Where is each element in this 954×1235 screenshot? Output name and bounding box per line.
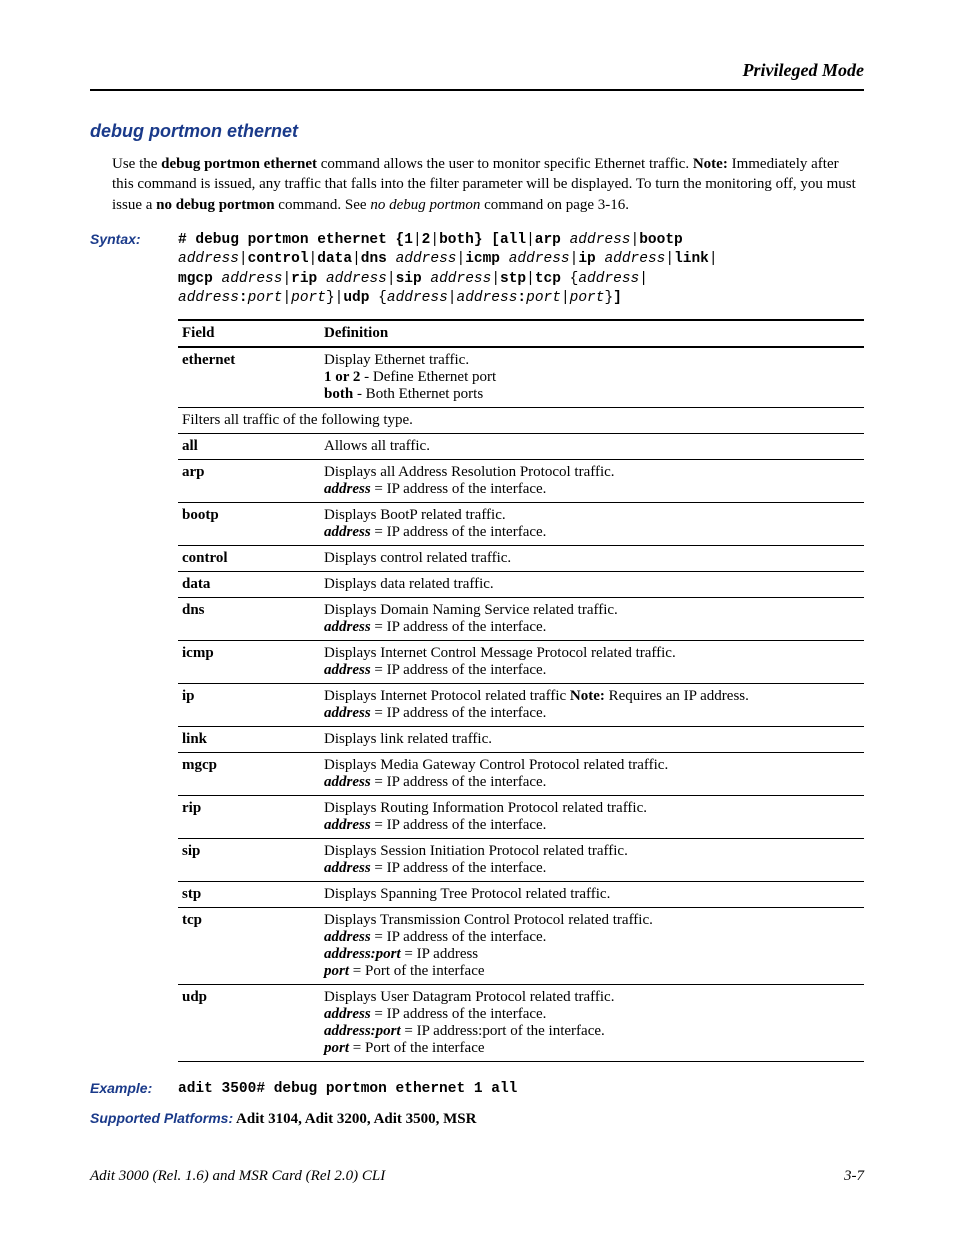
table-row: bootpDisplays BootP related traffic.addr… (178, 503, 864, 546)
table-row: dnsDisplays Domain Naming Service relate… (178, 598, 864, 641)
table-row: sipDisplays Session Initiation Protocol … (178, 839, 864, 882)
definitions-table: Field Definition ethernetDisplay Etherne… (178, 319, 864, 1062)
table-row: mgcpDisplays Media Gateway Control Proto… (178, 753, 864, 796)
table-header-row: Field Definition (178, 320, 864, 347)
example-body: adit 3500# debug portmon ethernet 1 all (178, 1080, 864, 1100)
footer-right: 3-7 (844, 1168, 864, 1185)
syntax-arg: address (387, 290, 448, 306)
syntax-arg: address (457, 290, 518, 306)
syntax-kw: : (239, 290, 248, 306)
syntax-arg: address (326, 271, 387, 287)
syntax-arg: address (570, 232, 631, 248)
syntax-kw: both} [all (439, 232, 526, 248)
table-row: linkDisplays link related traffic. (178, 727, 864, 753)
table-row: allAllows all traffic. (178, 434, 864, 460)
no-debug-italic: no debug portmon (370, 197, 480, 213)
table-row: ripDisplays Routing Information Protocol… (178, 796, 864, 839)
syntax-arg: address (509, 251, 570, 267)
syntax-kw: dns (361, 251, 387, 267)
syntax-arg: address (430, 271, 491, 287)
example-block: Example: adit 3500# debug portmon ethern… (90, 1080, 864, 1100)
syntax-kw: udp (343, 290, 369, 306)
page-footer: Adit 3000 (Rel. 1.6) and MSR Card (Rel 2… (90, 1168, 864, 1185)
intro-text: command allows the user to monitor speci… (317, 156, 693, 172)
syntax-arg: address (178, 251, 239, 267)
intro-command: debug portmon ethernet (161, 156, 317, 172)
no-debug-cmd: no debug portmon (156, 197, 274, 213)
col-field: Field (178, 320, 320, 347)
header-rule (90, 89, 864, 91)
col-definition: Definition (320, 320, 864, 347)
syntax-kw: stp (500, 271, 526, 287)
syntax-kw: icmp (465, 251, 500, 267)
syntax-kw: 2 (422, 232, 431, 248)
intro-text: Use the (112, 156, 161, 172)
syntax-arg: address (222, 271, 283, 287)
syntax-kw: link (674, 251, 709, 267)
intro-text: command on page 3-16. (480, 197, 629, 213)
table-row: arpDisplays all Address Resolution Proto… (178, 460, 864, 503)
table-row: controlDisplays control related traffic. (178, 546, 864, 572)
table-row: icmpDisplays Internet Control Message Pr… (178, 641, 864, 684)
table-row: udpDisplays User Datagram Protocol relat… (178, 985, 864, 1062)
syntax-kw: rip (291, 271, 317, 287)
table-row: ipDisplays Internet Protocol related tra… (178, 684, 864, 727)
platforms-block: Supported Platforms: Adit 3104, Adit 320… (90, 1110, 864, 1128)
syntax-arg: address (578, 271, 639, 287)
syntax-arg: address (178, 290, 239, 306)
syntax-arg: port (570, 290, 605, 306)
syntax-kw: arp (535, 232, 561, 248)
table-row: ethernetDisplay Ethernet traffic.1 or 2 … (178, 347, 864, 408)
running-head: Privileged Mode (90, 60, 864, 81)
syntax-arg: port (248, 290, 283, 306)
syntax-arg: port (291, 290, 326, 306)
syntax-body: # debug portmon ethernet {1|2|both} [all… (178, 231, 864, 309)
syntax-kw: # debug portmon ethernet {1 (178, 232, 413, 248)
syntax-kw: bootp (639, 232, 683, 248)
syntax-label: Syntax: (90, 231, 178, 309)
syntax-kw: ] (613, 290, 622, 306)
intro-paragraph: Use the debug portmon ethernet command a… (112, 154, 864, 215)
syntax-kw: : (517, 290, 526, 306)
syntax-kw: mgcp (178, 271, 213, 287)
syntax-kw: sip (396, 271, 422, 287)
syntax-arg: port (526, 290, 561, 306)
table-row: Filters all traffic of the following typ… (178, 408, 864, 434)
table-row: dataDisplays data related traffic. (178, 572, 864, 598)
example-label: Example: (90, 1080, 178, 1100)
syntax-kw: data (317, 251, 352, 267)
syntax-kw: tcp (535, 271, 561, 287)
note-label: Note: (693, 156, 728, 172)
syntax-block: Syntax: # debug portmon ethernet {1|2|bo… (90, 231, 864, 309)
footer-left: Adit 3000 (Rel. 1.6) and MSR Card (Rel 2… (90, 1168, 385, 1185)
syntax-kw: control (248, 251, 309, 267)
section-title: debug portmon ethernet (90, 121, 864, 142)
table-row: stpDisplays Spanning Tree Protocol relat… (178, 882, 864, 908)
table-row: tcpDisplays Transmission Control Protoco… (178, 908, 864, 985)
platforms-label: Supported Platforms: (90, 1110, 233, 1126)
syntax-arg: address (604, 251, 665, 267)
syntax-kw: ip (578, 251, 595, 267)
syntax-arg: address (396, 251, 457, 267)
intro-text: command. See (275, 197, 371, 213)
platforms-list: Adit 3104, Adit 3200, Adit 3500, MSR (233, 1111, 476, 1127)
